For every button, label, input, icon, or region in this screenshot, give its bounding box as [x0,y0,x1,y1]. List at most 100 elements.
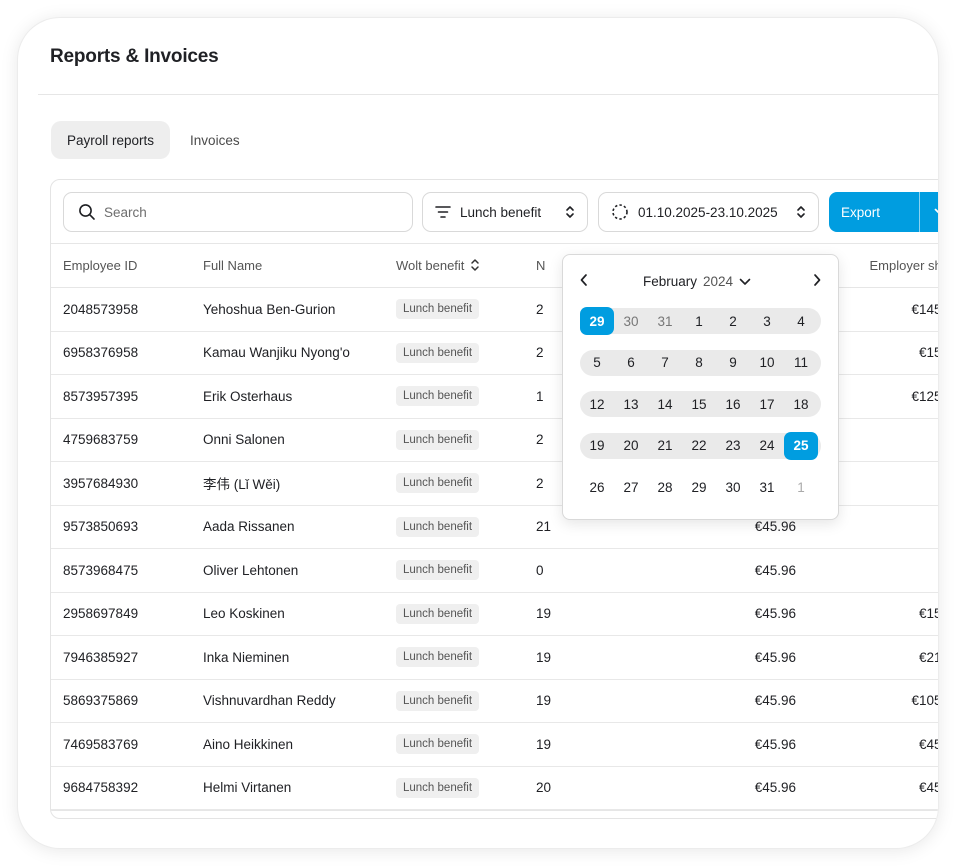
amount-cell: €45.96 [716,548,796,593]
table-toolbar: Lunch benefit 01.10.2025-23.10.2025 Expo… [51,180,938,244]
benefit-cell: Lunch benefit [396,592,536,636]
sort-icon[interactable] [470,258,480,272]
calendar-day-selected[interactable]: 29 [580,307,614,335]
calendar-day[interactable]: 14 [648,390,682,418]
previous-month-button[interactable] [579,273,589,292]
chevron-up-down-icon [797,206,805,218]
column-header-full-name[interactable]: Full Name [203,243,396,288]
tab-bar: Payroll reports Invoices [51,121,256,159]
calendar-day[interactable]: 18 [784,390,818,418]
calendar-day[interactable]: 9 [716,349,750,377]
calendar-day[interactable]: 20 [614,432,648,460]
benefit-cell: Lunch benefit [396,766,536,810]
calendar-day[interactable]: 30 [716,473,750,501]
benefit-cell: Lunch benefit [396,722,536,767]
month-year-selector[interactable]: February 2024 [643,274,751,289]
search-input[interactable] [104,204,384,220]
full-name-cell: Erik Osterhaus [203,374,396,419]
benefit-cell: Lunch benefit [396,418,536,462]
horizontal-scrollbar[interactable] [51,810,938,818]
calendar-day[interactable]: 22 [682,432,716,460]
full-name-cell: Yehoshua Ben-Gurion [203,287,396,332]
calendar-day[interactable]: 12 [580,390,614,418]
table-row[interactable]: 7946385927 Inka Nieminen Lunch benefit 19 €4… [51,635,938,680]
benefit-badge: Lunch benefit [396,777,480,798]
employee-id-cell: 8573957395 [51,374,203,419]
benefit-filter-button[interactable]: Lunch benefit [422,192,588,232]
employee-id-cell: 9684758392 [51,766,203,810]
calendar-day[interactable]: 30 [614,307,648,335]
employee-id-cell: 4759683759 [51,418,203,462]
calendar-day[interactable]: 28 [648,473,682,501]
table-row[interactable]: 2958697849 Leo Koskinen Lunch benefit 19 €45… [51,592,938,636]
calendar-day[interactable]: 29 [682,473,716,501]
amount-cell: €45.96 [716,592,796,636]
calendar-day[interactable]: 23 [716,432,750,460]
n-cell: 19 [536,679,716,723]
n-cell: 0 [536,548,716,593]
full-name-cell: Aada Rissanen [203,505,396,549]
calendar-day[interactable]: 1 [682,307,716,335]
employee-id-cell: 5869375869 [51,679,203,723]
date-range-button[interactable]: 01.10.2025-23.10.2025 [598,192,819,232]
calendar-day[interactable]: 21 [648,432,682,460]
search-box[interactable] [63,192,413,232]
benefit-badge: Lunch benefit [396,299,480,320]
table-row[interactable]: 5869375869 Vishnuvardhan Reddy Lunch benef… [51,679,938,723]
employer-share-cell: €45.! [796,766,938,810]
full-name-cell: Oliver Lehtonen [203,548,396,593]
employee-id-cell: 2048573958 [51,287,203,332]
calendar-day[interactable]: 19 [580,432,614,460]
calendar-year: 2024 [703,274,734,289]
calendar-day[interactable]: 13 [614,390,648,418]
calendar-day[interactable]: 17 [750,390,784,418]
benefit-cell: Lunch benefit [396,635,536,680]
calendar-day[interactable]: 1 [784,473,818,501]
employer-share-cell: €21.! [796,635,938,680]
date-range-label: 01.10.2025-23.10.2025 [638,204,778,220]
calendar-day[interactable]: 16 [716,390,750,418]
calendar-day[interactable]: 3 [750,307,784,335]
n-cell: 19 [536,592,716,636]
tab-payroll-reports[interactable]: Payroll reports [51,121,171,159]
full-name-cell: 李伟 (Lǐ Wěi) [203,461,396,506]
benefit-badge: Lunch benefit [396,560,480,581]
export-button[interactable]: Export [829,192,929,232]
benefit-cell: Lunch benefit [396,374,536,419]
calendar-day[interactable]: 10 [750,349,784,377]
calendar-day[interactable]: 24 [750,432,784,460]
column-header-employee-id[interactable]: Employee ID [51,243,203,288]
calendar-day[interactable]: 31 [648,307,682,335]
calendar-day[interactable]: 2 [716,307,750,335]
full-name-cell: Leo Koskinen [203,592,396,636]
table-row[interactable]: 8573968475 Oliver Lehtonen Lunch benefit 0 €… [51,548,938,593]
calendar-day[interactable]: 8 [682,349,716,377]
calendar-day[interactable]: 4 [784,307,818,335]
amount-cell: €45.96 [716,679,796,723]
calendar-day[interactable]: 26 [580,473,614,501]
benefit-badge: Lunch benefit [396,386,480,407]
benefit-badge: Lunch benefit [396,690,480,711]
calendar-day[interactable]: 31 [750,473,784,501]
table-row[interactable]: 7469583769 Aino Heikkinen Lunch benefit 19 €… [51,722,938,767]
employer-share-cell: €105.! [796,679,938,723]
calendar-day[interactable]: 11 [784,349,818,377]
employee-id-cell: 7946385927 [51,635,203,680]
tab-invoices[interactable]: Invoices [174,121,256,159]
table-row[interactable]: 9684758392 Helmi Virtanen Lunch benefit 20 €… [51,766,938,810]
calendar-day[interactable]: 15 [682,390,716,418]
employee-id-cell: 8573968475 [51,548,203,593]
calendar-day-selected[interactable]: 25 [784,431,818,460]
calendar-day[interactable]: 7 [648,349,682,377]
page-title: Reports & Invoices [50,46,219,67]
employer-share-cell: € [796,548,938,593]
employer-share-cell: €45.! [796,722,938,767]
calendar-day[interactable]: 27 [614,473,648,501]
calendar-day[interactable]: 5 [580,349,614,377]
next-month-button[interactable] [812,273,822,292]
column-header-wolt-benefit[interactable]: Wolt benefit [396,243,536,288]
export-options-button[interactable] [919,192,938,232]
chevron-right-icon [814,274,821,286]
benefit-cell: Lunch benefit [396,461,536,506]
calendar-day[interactable]: 6 [614,349,648,377]
